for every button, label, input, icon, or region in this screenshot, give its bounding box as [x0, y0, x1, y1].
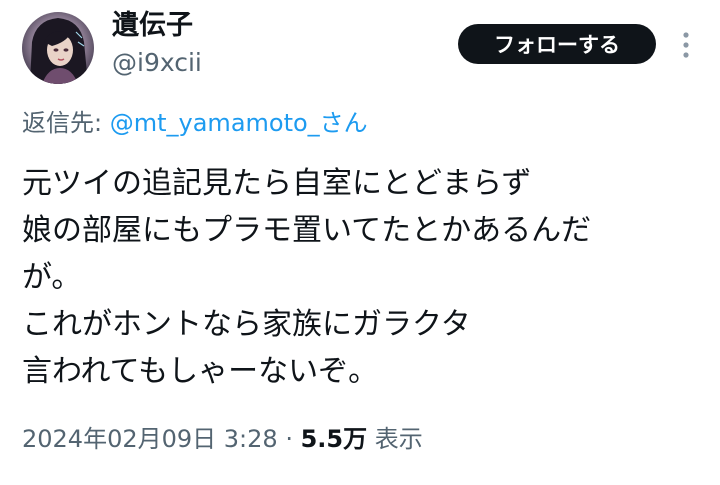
tweet-line: 娘の部屋にもプラモ置いてたとかあるんだ — [22, 213, 592, 248]
user-info: 遺伝子 @i9xcii — [112, 8, 202, 80]
more-vertical-icon — [683, 32, 689, 58]
avatar-image — [22, 12, 94, 84]
tweet-meta: 2024年02月09日 3:28 · 5.5万 表示 — [22, 422, 423, 456]
tweet-text: 元ツイの追記見たら自室にとどまらず 娘の部屋にもプラモ置いてたとかあるんだ が。… — [22, 160, 712, 395]
follow-button[interactable]: フォローする — [458, 24, 656, 64]
tweet-line: 元ツイの追記見たら自室にとどまらず — [22, 166, 532, 201]
tweet-line: これがホントなら家族にガラクタ — [22, 307, 471, 342]
meta-separator: · — [285, 425, 293, 453]
timestamp[interactable]: 2024年02月09日 3:28 — [22, 425, 278, 453]
tweet-line: が。 — [22, 260, 82, 295]
views-label: 表示 — [374, 425, 423, 453]
mention-link[interactable]: @mt_yamamoto_さん — [110, 109, 368, 137]
replying-to: 返信先: @mt_yamamoto_さん — [22, 106, 368, 140]
replying-to-label: 返信先: — [22, 109, 103, 137]
tweet-line: 言われてもしゃーないぞ。 — [22, 354, 379, 389]
more-options-button[interactable] — [672, 30, 700, 60]
user-handle[interactable]: @i9xcii — [112, 46, 202, 80]
tweet: 遺伝子 @i9xcii フォローする 返信先: @mt_yamamoto_さん … — [0, 0, 720, 485]
display-name[interactable]: 遺伝子 — [112, 8, 202, 44]
views-count: 5.5万 — [300, 425, 368, 453]
avatar[interactable] — [22, 12, 94, 84]
